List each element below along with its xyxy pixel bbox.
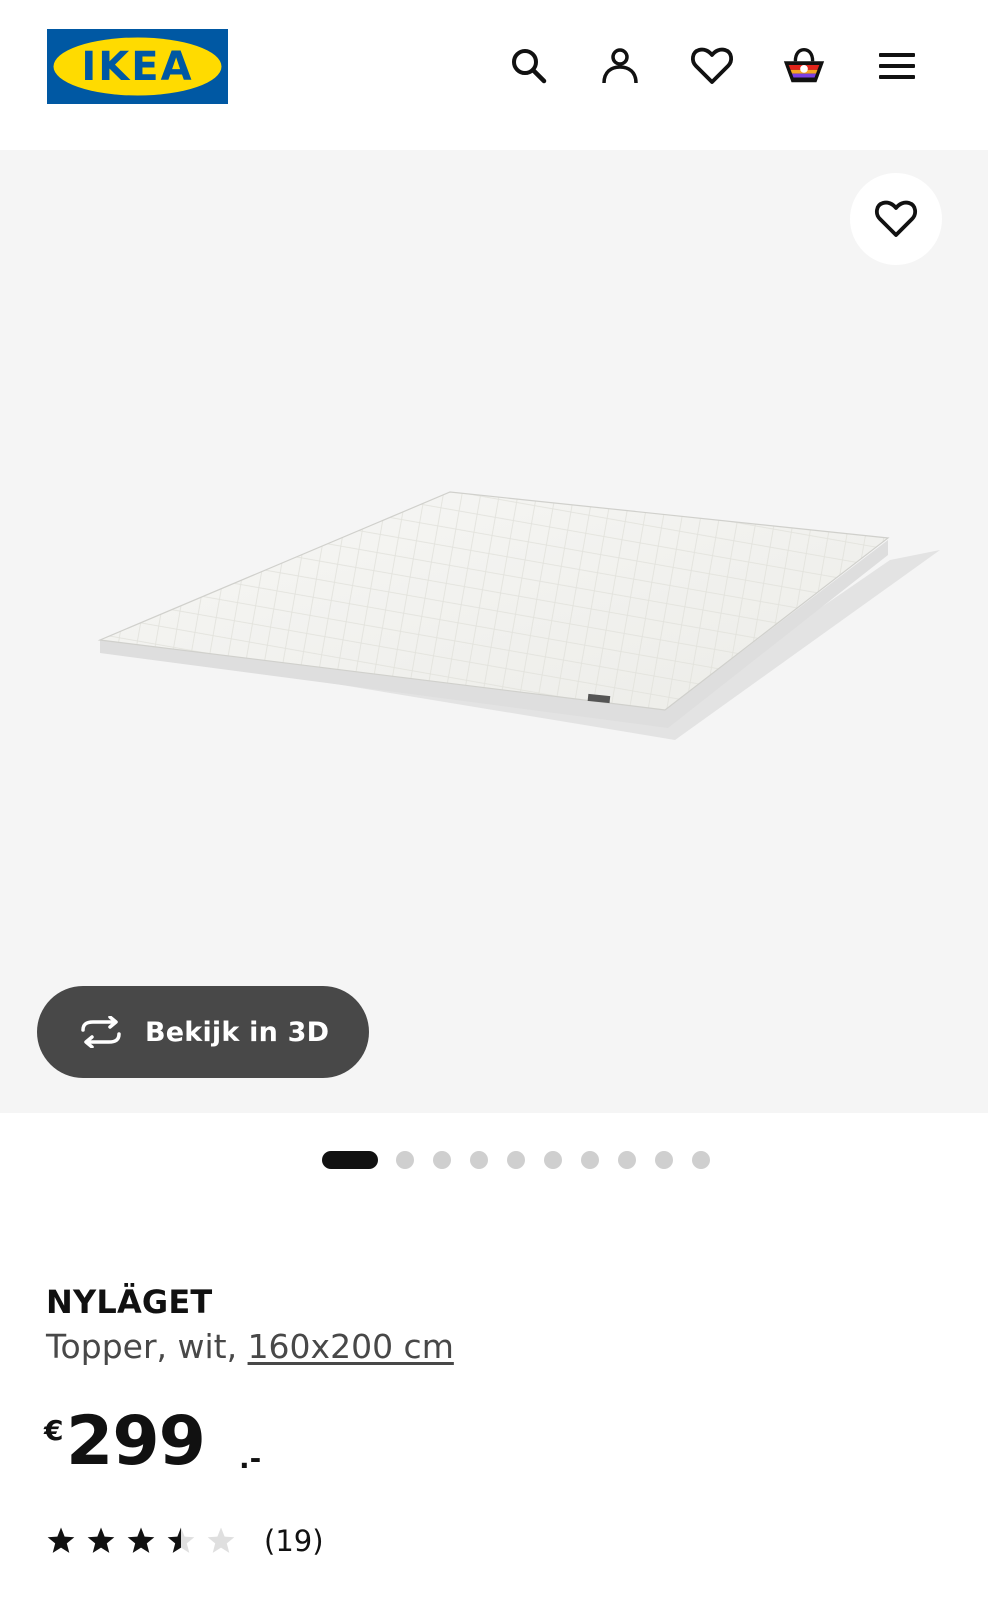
star-icon bbox=[47, 1527, 75, 1553]
gallery-dot[interactable] bbox=[692, 1151, 710, 1169]
price-decimals: .- bbox=[239, 1442, 262, 1475]
product-description: Topper, wit, 160x200 cm bbox=[46, 1327, 454, 1366]
ikea-logo[interactable]: IKEA bbox=[47, 29, 228, 104]
heart-icon bbox=[875, 200, 917, 237]
gallery-dot[interactable] bbox=[396, 1151, 414, 1169]
product-size-link[interactable]: 160x200 cm bbox=[248, 1327, 454, 1366]
review-count: (19) bbox=[264, 1524, 324, 1558]
svg-text:IKEA: IKEA bbox=[81, 44, 193, 90]
product-image-gallery[interactable]: Bekijk in 3D bbox=[0, 150, 988, 1113]
search-icon[interactable] bbox=[506, 43, 552, 89]
star-icon bbox=[87, 1527, 115, 1553]
rotate-3d-icon bbox=[77, 1012, 127, 1052]
add-to-favourites-button[interactable] bbox=[850, 173, 942, 265]
gallery-dot[interactable] bbox=[433, 1151, 451, 1169]
mattress-topper-image bbox=[97, 491, 940, 740]
account-icon[interactable] bbox=[597, 43, 643, 89]
star-icon bbox=[127, 1527, 155, 1553]
price-currency: € bbox=[44, 1414, 64, 1447]
gallery-dot[interactable] bbox=[507, 1151, 525, 1169]
view-in-3d-label: Bekijk in 3D bbox=[145, 1016, 330, 1048]
menu-hamburger-icon[interactable] bbox=[874, 43, 920, 89]
shopping-bag-icon[interactable] bbox=[781, 43, 827, 89]
gallery-dot[interactable] bbox=[581, 1151, 599, 1169]
gallery-pagination bbox=[0, 1150, 988, 1170]
gallery-dot[interactable] bbox=[655, 1151, 673, 1169]
product-rating[interactable]: (19) bbox=[46, 1524, 324, 1558]
favourites-heart-icon[interactable] bbox=[689, 43, 735, 89]
price-integer: 299 bbox=[66, 1402, 206, 1481]
gallery-dot[interactable] bbox=[470, 1151, 488, 1169]
gallery-dot[interactable] bbox=[618, 1151, 636, 1169]
product-type-color: Topper, wit, bbox=[46, 1327, 248, 1366]
site-header: IKEA bbox=[0, 0, 988, 150]
gallery-dot[interactable] bbox=[322, 1151, 378, 1169]
gallery-dot[interactable] bbox=[544, 1151, 562, 1169]
view-in-3d-button[interactable]: Bekijk in 3D bbox=[37, 986, 369, 1078]
product-name: NYLÄGET bbox=[46, 1283, 213, 1321]
star-icon bbox=[167, 1527, 195, 1553]
star-icon bbox=[207, 1527, 235, 1553]
